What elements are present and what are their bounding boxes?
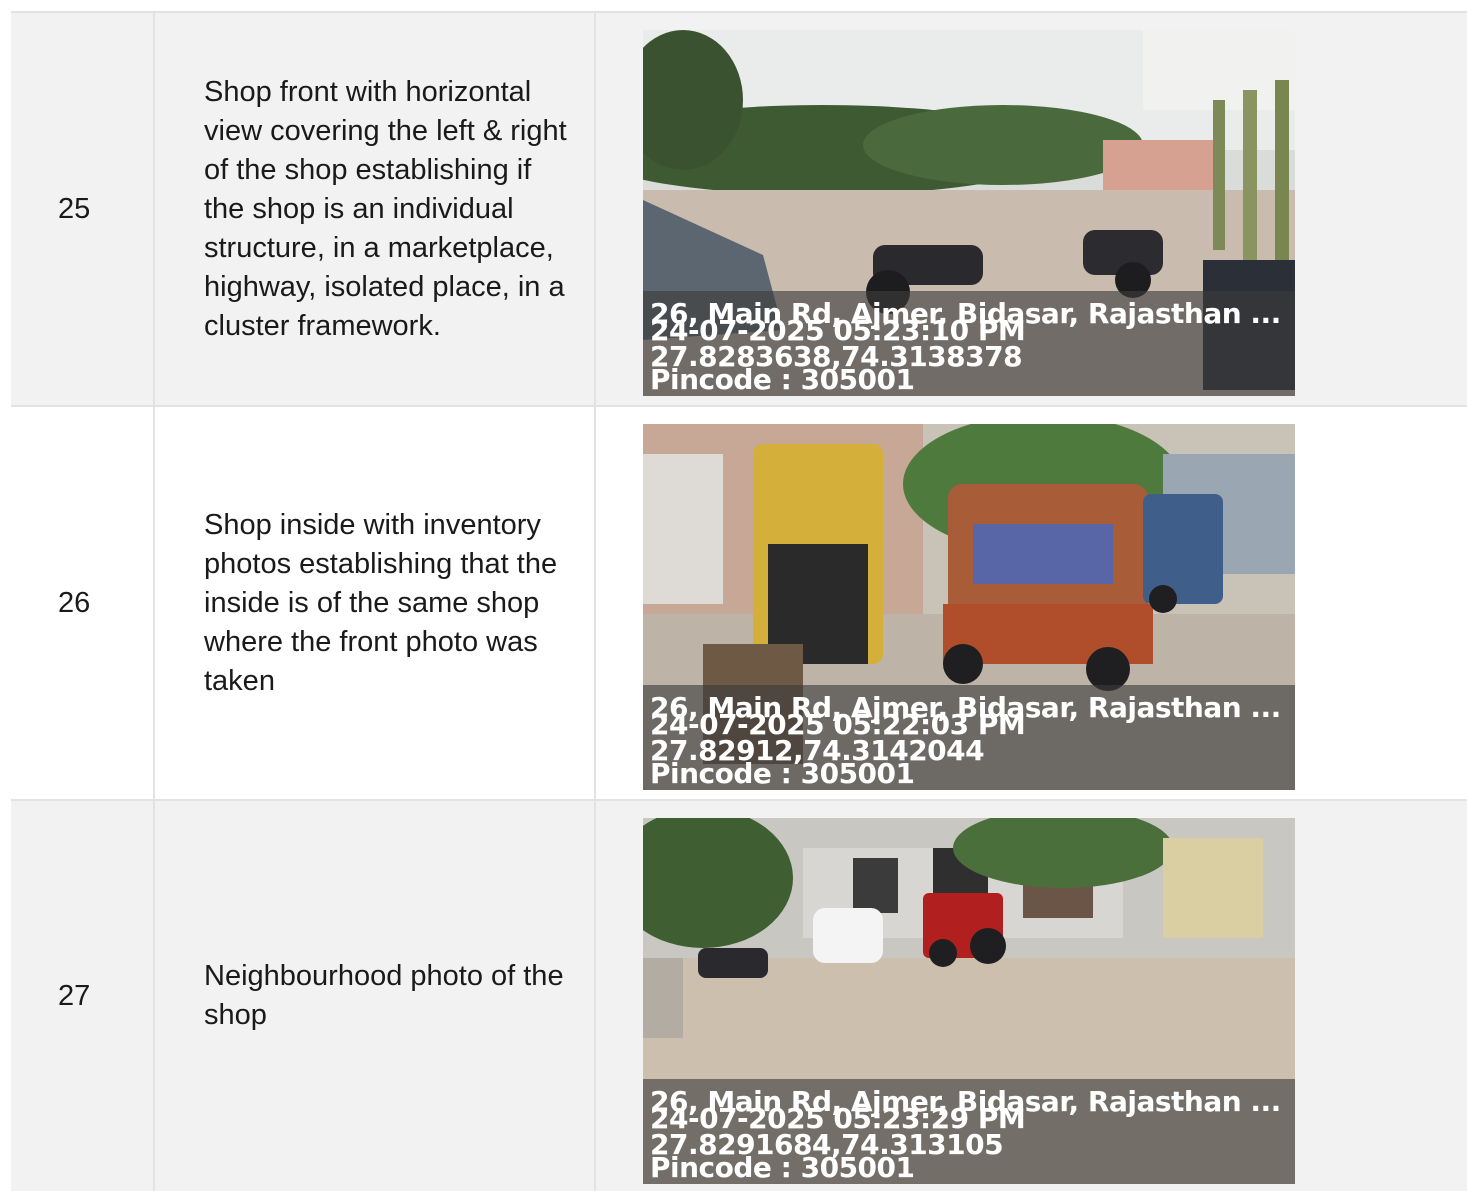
photo-cell: 26, Main Rd, Ajmer, Bidasar, Rajasthan .…	[596, 13, 1467, 405]
row-description: Neighbourhood photo of the shop	[155, 801, 596, 1191]
neighbourhood-photo: 26, Main Rd, Ajmer, Bidasar, Rajasthan .…	[643, 818, 1295, 1184]
table-row: 26 Shop inside with inventory photos est…	[11, 407, 1467, 801]
geotag-overlay: 26, Main Rd, Ajmer, Bidasar, Rajasthan .…	[643, 291, 1295, 396]
photo-checklist-table: 25 Shop front with horizontal view cover…	[11, 11, 1467, 1191]
shop-inside-photo: 26, Main Rd, Ajmer, Bidasar, Rajasthan .…	[643, 424, 1295, 790]
geotag-pincode: Pincode : 305001	[650, 757, 915, 790]
photo-cell: 26, Main Rd, Ajmer, Bidasar, Rajasthan .…	[596, 801, 1467, 1191]
row-number: 26	[11, 407, 155, 799]
geotag-overlay: 26, Main Rd, Ajmer, Bidasar, Rajasthan .…	[643, 685, 1295, 790]
row-number: 25	[11, 13, 155, 405]
geotag-pincode: Pincode : 305001	[650, 363, 915, 396]
table-row: 27 Neighbourhood photo of the shop 26, M…	[11, 801, 1467, 1191]
row-description: Shop inside with inventory photos establ…	[155, 407, 596, 799]
geotag-pincode: Pincode : 305001	[650, 1151, 915, 1184]
photo-cell: 26, Main Rd, Ajmer, Bidasar, Rajasthan .…	[596, 407, 1467, 799]
shop-front-photo: 26, Main Rd, Ajmer, Bidasar, Rajasthan .…	[643, 30, 1295, 396]
table-row: 25 Shop front with horizontal view cover…	[11, 13, 1467, 407]
geotag-overlay: 26, Main Rd, Ajmer, Bidasar, Rajasthan .…	[643, 1079, 1295, 1184]
row-description: Shop front with horizontal view covering…	[155, 13, 596, 405]
row-number: 27	[11, 801, 155, 1191]
